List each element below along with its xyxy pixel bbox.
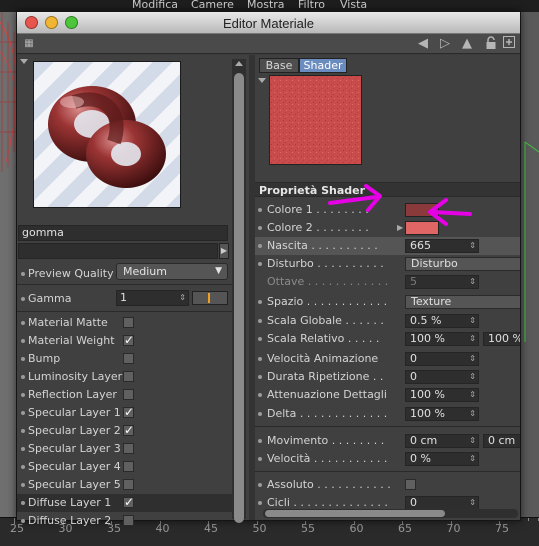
annotation-arrows (328, 184, 472, 226)
arrow-colore-2 (430, 210, 472, 216)
arrow-colore-1 (328, 195, 378, 205)
